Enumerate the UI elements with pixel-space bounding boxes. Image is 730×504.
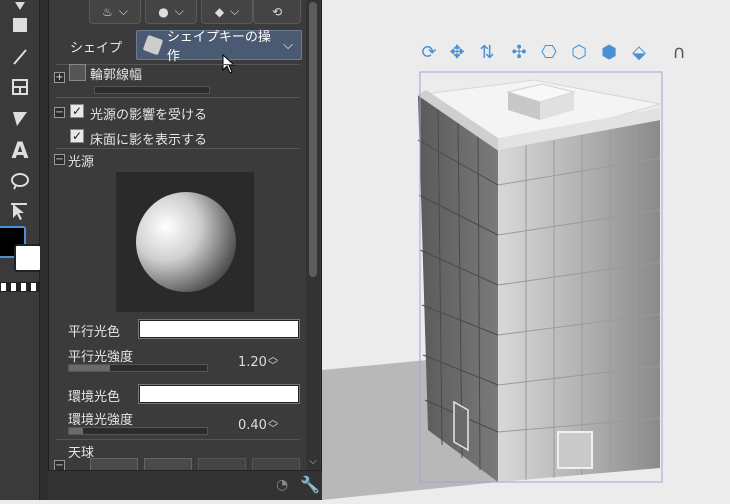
- rectangle-icon[interactable]: [6, 12, 34, 38]
- outline-width-label: 輪郭線幅: [90, 68, 143, 83]
- outline-width-checkbox[interactable]: [69, 64, 86, 81]
- building-3d-model[interactable]: [322, 0, 730, 500]
- ambient-light-intensity-label: 環境光強度: [68, 413, 134, 428]
- spin-arrows-icon[interactable]: ︿ ﹀: [268, 416, 278, 435]
- move-object-icon[interactable]: ✣: [508, 40, 530, 64]
- scroll-down-icon[interactable]: ⌵: [306, 456, 320, 470]
- floor-shadow-checkbox[interactable]: ✓: [70, 129, 84, 143]
- frame-icon[interactable]: [6, 74, 34, 100]
- object-select-icon[interactable]: [6, 198, 34, 224]
- magnet-icon[interactable]: ∩: [668, 40, 690, 64]
- sub-color-swatch[interactable]: [14, 244, 42, 272]
- material-icon: ◆: [214, 4, 225, 19]
- parallel-light-color-label: 平行光色: [68, 325, 121, 340]
- ambient-light-color-label: 環境光色: [68, 390, 121, 405]
- panel-scrollbar[interactable]: ⌵: [306, 0, 320, 470]
- wrench-icon[interactable]: 🔧: [300, 475, 320, 494]
- panel-divider: [40, 0, 48, 500]
- ambient-light-intensity-slider[interactable]: [68, 427, 208, 435]
- separator: [56, 148, 300, 149]
- chevron-down-icon: ⌵: [118, 4, 128, 18]
- shape-label: シェイプ: [70, 41, 123, 56]
- chevron-down-icon: ⌵: [283, 37, 293, 53]
- ambient-light-color-swatch[interactable]: [138, 384, 300, 404]
- outline-width-slider[interactable]: [94, 86, 210, 94]
- light-sphere-preview[interactable]: [116, 172, 254, 312]
- transparent-color-swatch[interactable]: [0, 282, 40, 292]
- spin-arrows-icon[interactable]: ︿ ﹀: [268, 353, 278, 372]
- separator: [56, 439, 300, 440]
- parallel-light-intensity-value[interactable]: 1.20: [238, 355, 267, 370]
- move-camera-icon[interactable]: ⇅: [476, 40, 498, 64]
- light-direction-button[interactable]: ♨ ⌵: [89, 0, 141, 24]
- canvas-area[interactable]: ⟳ ✥ ⇅ ✣ ⎔ ⬡ ⬢ ⬙ ∩: [322, 0, 730, 500]
- rotate-object-view-icon[interactable]: ⬡: [568, 40, 590, 64]
- reset-button[interactable]: ⟲: [253, 0, 301, 24]
- shape-dropdown[interactable]: シェイプキーの操作 ⌵: [136, 30, 302, 64]
- parallel-light-intensity-slider[interactable]: [68, 364, 208, 372]
- ambient-light-intensity-value[interactable]: 0.40: [238, 418, 267, 433]
- line-icon[interactable]: [6, 44, 34, 70]
- lasso-icon[interactable]: [6, 168, 34, 194]
- chevron-down-icon: ⌵: [174, 4, 184, 18]
- light-source-label: 光源: [68, 155, 95, 170]
- rotate-object-plane-icon[interactable]: ⬢: [598, 40, 620, 64]
- scale-object-icon[interactable]: ⬙: [628, 40, 650, 64]
- parallel-light-intensity-label: 平行光強度: [68, 350, 134, 365]
- floor-shadow-label: 床面に影を表示する: [90, 133, 208, 148]
- expand-outline-width-icon[interactable]: +: [54, 72, 65, 83]
- rotate-camera-icon[interactable]: ⟳: [418, 40, 440, 64]
- shape-icon: [142, 34, 164, 56]
- bulb-icon: ●: [158, 4, 169, 19]
- separator: [56, 97, 300, 98]
- text-icon[interactable]: A: [6, 138, 34, 164]
- chevron-down-icon: ⌵: [230, 4, 240, 18]
- light-icon: ♨: [102, 4, 113, 19]
- collapse-light-source-icon[interactable]: −: [54, 154, 65, 165]
- panel-bottom-bar: ◔ 🔧: [48, 470, 322, 500]
- collapse-light-influence-icon[interactable]: −: [54, 107, 65, 118]
- rotate-object-icon[interactable]: ⎔: [538, 40, 560, 64]
- correct-line-icon[interactable]: [6, 106, 34, 132]
- scrollbar-thumb[interactable]: [309, 2, 317, 277]
- parallel-light-color-swatch[interactable]: [138, 319, 300, 339]
- light-influence-checkbox[interactable]: ✓: [70, 104, 84, 118]
- default-settings-icon[interactable]: ◔: [276, 477, 288, 493]
- pan-camera-icon[interactable]: ✥: [446, 40, 468, 64]
- light-influence-label: 光源の影響を受ける: [90, 108, 208, 123]
- reset-icon: ⟲: [271, 4, 283, 19]
- tool-bar: A: [0, 0, 42, 500]
- material-button[interactable]: ◆ ⌵: [201, 0, 253, 24]
- light-bulb-button[interactable]: ● ⌵: [145, 0, 197, 24]
